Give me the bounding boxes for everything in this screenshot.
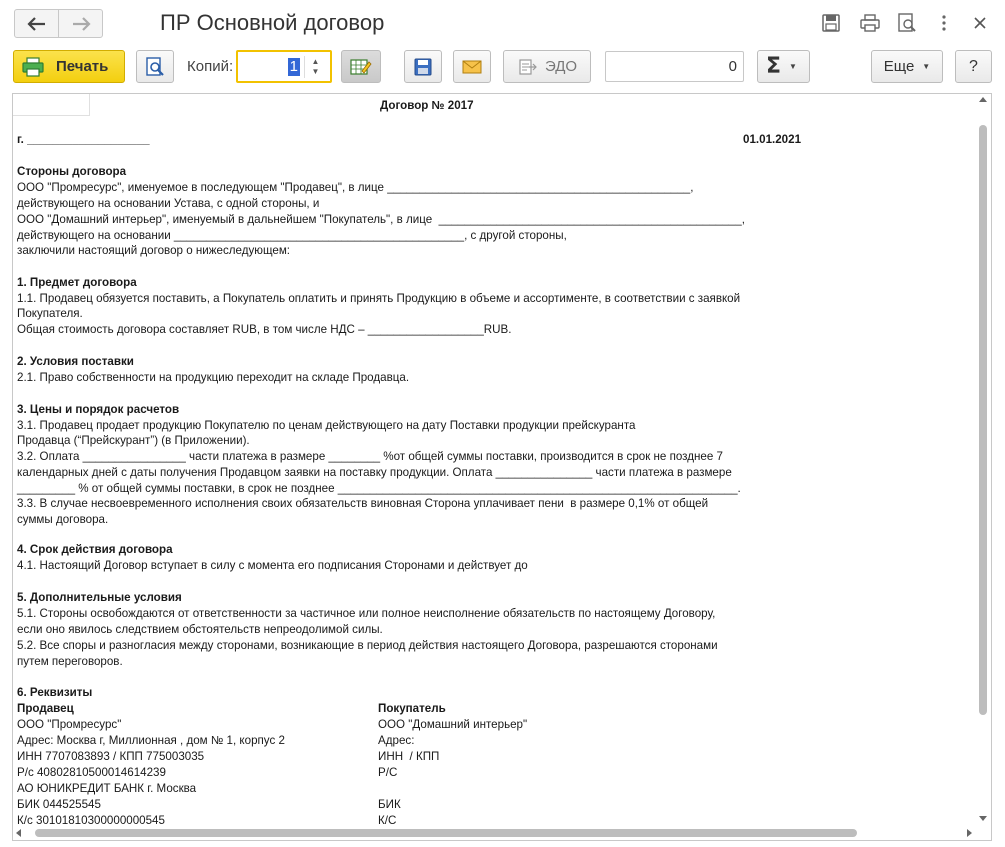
edit-table-icon <box>350 58 372 75</box>
email-button[interactable] <box>453 50 491 83</box>
vertical-scrollbar[interactable] <box>976 94 991 826</box>
sigma-dropdown-button[interactable]: Σ ▼ <box>757 50 810 83</box>
sigma-icon: Σ <box>766 54 782 79</box>
doc-text-line: ООО "Домашний интерьер", именуемый в дал… <box>17 213 745 226</box>
doc-heading: Договор № 2017 <box>380 99 474 112</box>
edo-icon <box>519 58 537 75</box>
doc-text-line: путем переговоров. <box>17 655 123 668</box>
document-page: Договор № 2017 г. ___________________ 01.0… <box>13 94 978 826</box>
print-icon[interactable] <box>858 11 882 35</box>
back-arrow-icon <box>26 16 45 31</box>
print-preview-button[interactable] <box>136 50 174 83</box>
copies-spinner[interactable]: ▲ ▼ <box>304 56 326 78</box>
doc-text-line: 3.1. Продавец продает продукцию Покупате… <box>17 419 636 432</box>
print-preview-icon <box>146 56 164 76</box>
scroll-left-arrow-icon[interactable] <box>16 829 21 837</box>
doc-text-line: действующего на основании Устава, с одно… <box>17 197 320 210</box>
more-vertical-icon[interactable] <box>932 11 956 35</box>
doc-heading: г. ___________________ <box>17 133 150 146</box>
window-title: ПР Основной договор <box>160 10 385 35</box>
buyer-heading: Покупатель <box>378 702 446 715</box>
doc-heading: Стороны договора <box>17 165 127 178</box>
scroll-up-arrow-icon[interactable] <box>979 97 987 102</box>
doc-text-line: Продавца (“Прейскурант”) (в Приложении). <box>17 434 250 447</box>
doc-text-line: Покупателя. <box>17 307 83 320</box>
doc-heading: 2. Условия поставки <box>17 355 134 368</box>
buyer-requisite-row: Адрес: <box>378 734 415 747</box>
sum-field[interactable]: 0 <box>605 51 744 82</box>
edo-button-label: ЭДО <box>544 58 578 75</box>
scroll-down-arrow-icon[interactable] <box>979 816 987 821</box>
doc-text-line: 5.1. Стороны освобождаются от ответствен… <box>17 607 716 620</box>
buyer-requisite-row: БИК <box>378 798 401 811</box>
edo-button[interactable]: ЭДО <box>503 50 591 83</box>
doc-text-line: 1.1. Продавец обязуется поставить, а Пок… <box>17 292 741 305</box>
buyer-requisite-row: ООО "Домашний интерьер" <box>378 718 528 731</box>
save-file-button[interactable] <box>404 50 442 83</box>
doc-text-line: ООО "Промресурс", именуемое в последующе… <box>17 181 694 194</box>
doc-text-line: если оно явилось следствием обстоятельст… <box>17 623 383 636</box>
title-bar: ПР Основной договор <box>0 0 1005 46</box>
save-icon[interactable] <box>819 11 843 35</box>
edit-table-button[interactable] <box>341 50 381 83</box>
copies-input[interactable]: 1 ▲ ▼ <box>236 50 332 83</box>
floppy-icon <box>414 58 432 75</box>
doc-heading: 4. Срок действия договора <box>17 543 173 556</box>
print-button[interactable]: Печать <box>13 50 125 83</box>
seller-requisite-row: БИК 044525545 <box>17 798 101 811</box>
forward-button[interactable] <box>58 9 103 38</box>
envelope-icon <box>462 60 482 73</box>
corner-cell <box>13 94 90 116</box>
doc-text-line: суммы договора. <box>17 513 109 526</box>
doc-heading: 01.01.2021 <box>743 133 802 146</box>
doc-text-line: Общая стоимость договора составляет RUB,… <box>17 323 512 336</box>
document-area[interactable]: Договор № 2017 г. ___________________ 01.0… <box>12 93 992 841</box>
help-button[interactable]: ? <box>955 50 992 83</box>
forward-arrow-icon <box>72 16 91 31</box>
seller-requisite-row: ИНН 7707083893 / КПП 775003035 <box>17 750 205 763</box>
printer-icon <box>22 56 44 77</box>
copies-value[interactable]: 1 <box>287 58 300 76</box>
buyer-requisite-row: Р/С <box>378 766 398 779</box>
doc-text-line: действующего на основании ______________… <box>17 229 567 242</box>
seller-requisite-row: Адрес: Москва г, Миллионная , дом № 1, к… <box>17 734 285 747</box>
copies-label: Копий: <box>187 58 234 75</box>
seller-requisite-row: АО ЮНИКРЕДИТ БАНК г. Москва <box>17 782 197 795</box>
more-button[interactable]: Еще ▼ <box>871 50 943 83</box>
scroll-right-arrow-icon[interactable] <box>967 829 972 837</box>
vertical-scroll-thumb[interactable] <box>979 125 987 715</box>
doc-text-line: заключили настоящий договор о нижеследую… <box>17 244 291 257</box>
doc-heading: 1. Предмет договора <box>17 276 137 289</box>
back-button[interactable] <box>14 9 59 38</box>
doc-heading: 6. Реквизиты <box>17 686 93 699</box>
doc-text-line: 3.3. В случае несвоевременного исполнени… <box>17 497 709 510</box>
seller-requisite-row: ООО "Промресурс" <box>17 718 122 731</box>
doc-text-line: _________ % от общей суммы поставки, в с… <box>17 482 741 495</box>
doc-heading: 3. Цены и порядок расчетов <box>17 403 180 416</box>
doc-text-line: 3.2. Оплата ________________ части плате… <box>17 450 723 463</box>
doc-text-line: 5.2. Все споры и разногласия между сторо… <box>17 639 718 652</box>
chevron-down-icon: ▼ <box>789 62 797 71</box>
seller-heading: Продавец <box>17 702 74 715</box>
doc-heading: 5. Дополнительные условия <box>17 591 182 604</box>
close-icon[interactable] <box>968 11 992 35</box>
more-button-label: Еще <box>883 58 915 75</box>
doc-text-line: календарных дней с даты получения Продав… <box>17 466 732 479</box>
buyer-requisite-row: ИНН / КПП <box>378 750 440 763</box>
chevron-down-icon: ▼ <box>922 62 931 71</box>
doc-text-line: 4.1. Настоящий Договор вступает в силу с… <box>17 559 528 572</box>
print-button-label: Печать <box>56 58 109 75</box>
doc-text-line: 2.1. Право собственности на продукцию пе… <box>17 371 410 384</box>
horizontal-scrollbar[interactable] <box>13 825 978 840</box>
horizontal-scroll-thumb[interactable] <box>35 829 857 837</box>
seller-requisite-row: Р/с 40802810500014614239 <box>17 766 166 779</box>
preview-icon[interactable] <box>895 11 919 35</box>
